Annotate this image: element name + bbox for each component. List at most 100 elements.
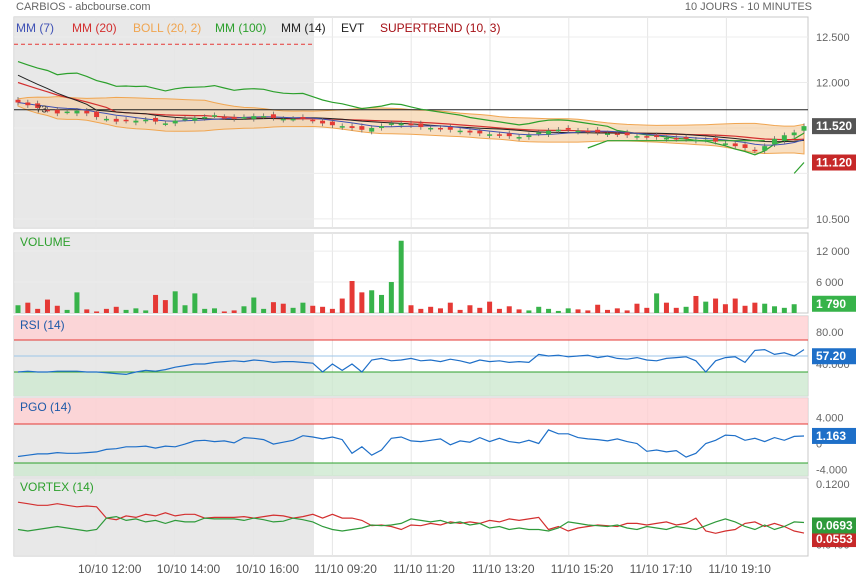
vortex-title: VORTEX (14): [20, 480, 94, 494]
volume-bar: [202, 308, 208, 313]
volume-bar: [270, 302, 276, 313]
x-axis-label: 11/10 09:20: [314, 562, 377, 576]
volume-bar: [555, 310, 561, 313]
volume-bar: [25, 302, 31, 313]
candle-body: [379, 126, 385, 128]
volume-bar: [123, 309, 129, 313]
candle-body: [565, 127, 571, 130]
candle-body: [467, 130, 473, 133]
pgo-title: PGO (14): [20, 400, 71, 414]
volume-bar: [693, 295, 699, 313]
volume-bar: [153, 294, 159, 313]
candle-body: [241, 117, 247, 119]
candle-body: [251, 116, 257, 119]
volume-bar: [310, 305, 316, 313]
candle-body: [516, 137, 522, 139]
volume-bar: [133, 308, 139, 313]
volume-bar: [15, 305, 21, 313]
vortex-minus-badge: 0.0553: [816, 532, 853, 546]
candle-body: [683, 137, 689, 139]
volume-bar: [575, 309, 581, 313]
candle-body: [772, 138, 778, 145]
volume-bar: [605, 309, 610, 313]
stock-chart[interactable]: 12.500 12.000 10.500 73 MM (7) MM (20) BOLL (2…: [0, 0, 860, 580]
volume-bar: [349, 281, 355, 313]
volume-bar: [437, 308, 443, 313]
candle-body: [732, 143, 738, 147]
volume-bar: [644, 307, 650, 313]
volume-bar: [428, 306, 434, 313]
legend-item: SUPERTREND (10, 3): [380, 21, 500, 35]
volume-bar: [54, 305, 60, 313]
candle-body: [153, 117, 159, 122]
x-axis-label: 10/10 16:00: [236, 562, 300, 576]
volume-bar: [103, 308, 109, 313]
volume-bar: [94, 311, 100, 313]
volume-bar: [772, 306, 778, 313]
candle-body: [752, 149, 758, 152]
candle-body: [477, 130, 483, 134]
volume-bar: [35, 308, 41, 313]
volume-bar: [516, 309, 522, 313]
candle-body: [133, 120, 139, 123]
volume-bar: [732, 298, 738, 313]
volume-bar: [487, 301, 493, 313]
pgo-upper-zone: [14, 398, 808, 424]
price-tick-label: 12.000: [816, 77, 850, 89]
candle-body: [418, 123, 424, 128]
candle-body: [290, 118, 296, 121]
candle-body: [339, 126, 345, 128]
candle-body: [624, 132, 630, 136]
candle-body: [575, 130, 581, 133]
candle-body: [320, 120, 326, 124]
candle-body: [654, 135, 660, 138]
candle-body: [644, 136, 650, 138]
candle-body: [162, 123, 168, 125]
candle-body: [546, 130, 552, 135]
volume-bar: [221, 311, 227, 313]
volume-bar: [546, 308, 552, 313]
volume-bar: [162, 300, 168, 313]
pgo-lower-zone: [14, 463, 808, 476]
volume-bar: [447, 302, 453, 313]
volume-bar: [595, 304, 601, 313]
volume-bar: [113, 306, 119, 313]
candle-body: [555, 129, 561, 132]
candle-body: [349, 126, 355, 128]
candle-body: [506, 133, 512, 137]
candle-body: [801, 126, 807, 131]
volume-bar: [565, 308, 571, 313]
legend-item: BOLL (20, 2): [133, 21, 201, 35]
candle-body: [703, 139, 709, 142]
volume-bar: [781, 307, 787, 313]
volume-bar: [241, 306, 247, 313]
volume-bar: [408, 305, 414, 313]
candle-body: [74, 110, 80, 114]
candle-body: [595, 129, 601, 133]
price-tick-label: 10.500: [816, 214, 850, 226]
volume-bar: [339, 298, 345, 313]
candle-body: [408, 123, 414, 126]
volume-bar: [182, 305, 188, 313]
candle-body: [94, 111, 100, 118]
legend-item: EVT: [341, 21, 365, 35]
legend-item: MM (7): [16, 21, 54, 35]
candle-body: [487, 134, 493, 136]
candle-body: [791, 132, 797, 136]
legend-item: MM (14): [281, 21, 326, 35]
volume-bar: [722, 304, 728, 313]
x-axis-label: 10/10 12:00: [78, 562, 142, 576]
candle-body: [15, 99, 21, 103]
candle-body: [103, 118, 109, 121]
candle-body: [398, 123, 404, 126]
x-axis-label: 11/10 15:20: [551, 562, 614, 576]
x-axis-label: 11/10 11:20: [393, 562, 455, 576]
volume-bar: [467, 305, 473, 313]
rsi-overbought-zone: [14, 316, 808, 340]
rsi-badge: 57.20: [816, 349, 846, 363]
volume-bar: [683, 306, 689, 313]
volume-bar: [143, 310, 149, 313]
candle-body: [231, 117, 237, 119]
volume-bar: [300, 302, 306, 313]
price-annotation: 73: [36, 104, 48, 115]
